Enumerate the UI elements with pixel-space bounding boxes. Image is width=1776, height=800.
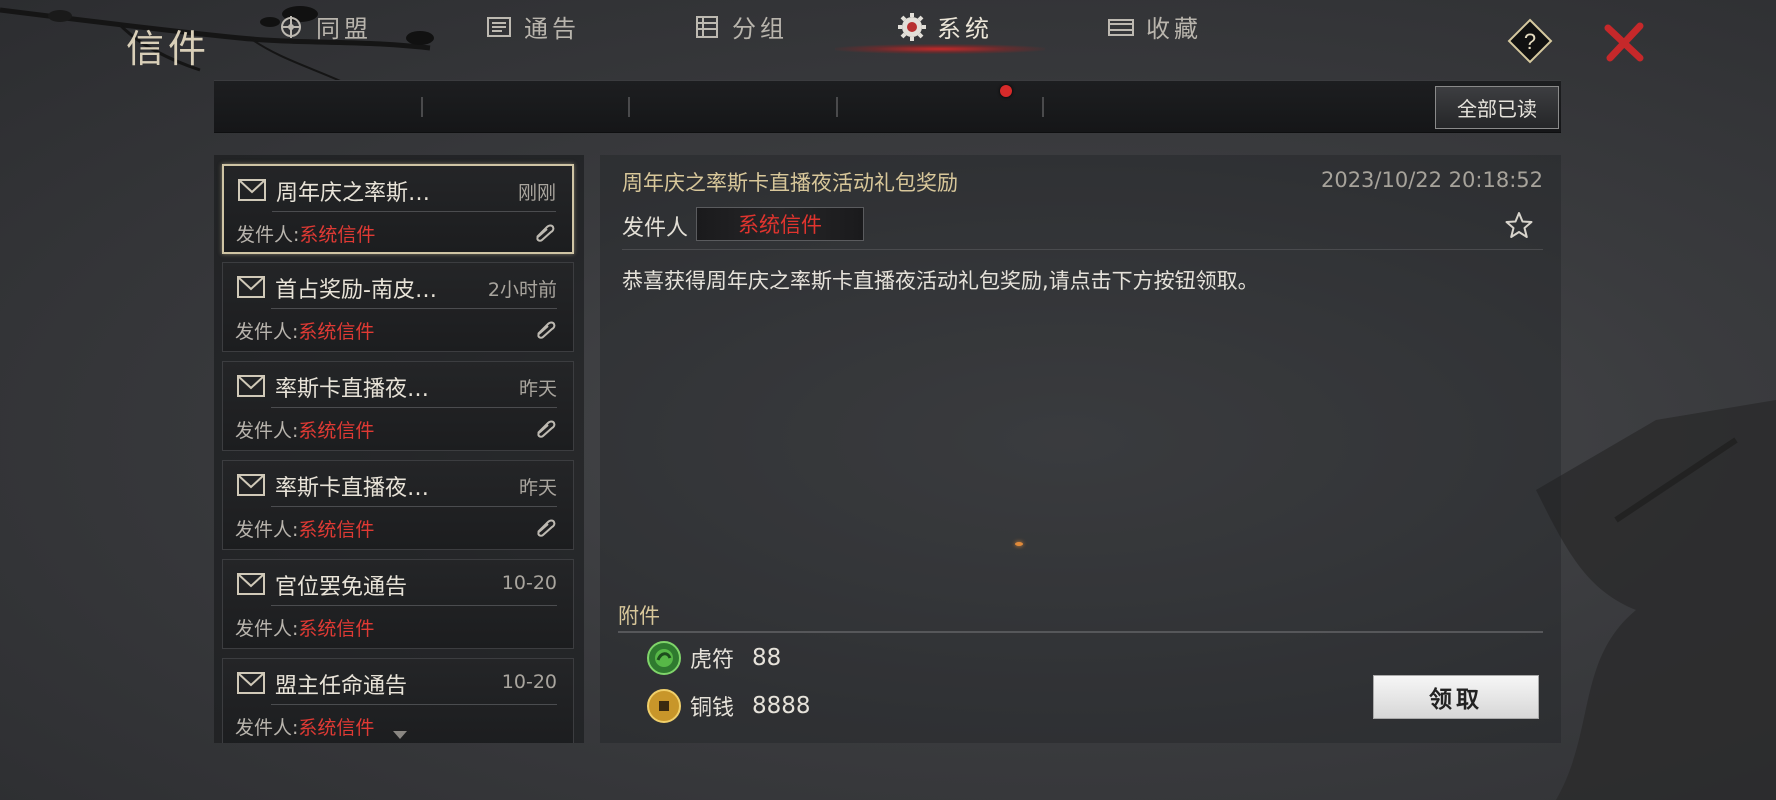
mail-item-divider bbox=[271, 506, 557, 507]
sender-name: 系统信件 bbox=[299, 224, 376, 246]
attachment-item: 虎符 88 bbox=[646, 640, 781, 676]
mail-subject: 首占奖励-南皮… bbox=[275, 278, 437, 303]
mail-subject: 盟主任命通告 bbox=[275, 674, 408, 699]
mail-time: 2小时前 bbox=[487, 279, 557, 301]
tiger-tally-icon bbox=[647, 641, 681, 675]
detail-sender-name: 系统信件 bbox=[696, 207, 864, 241]
attachment-clip-icon bbox=[537, 519, 556, 537]
mail-time: 昨天 bbox=[518, 378, 557, 400]
copper-coin-icon bbox=[647, 689, 681, 723]
envelope-icon bbox=[237, 474, 265, 496]
notice-icon bbox=[487, 16, 511, 37]
tab-divider bbox=[628, 97, 630, 117]
tab-label: 系统 bbox=[937, 15, 993, 43]
sender-label: 发件人: bbox=[235, 519, 299, 541]
attachment-name: 铜钱 bbox=[690, 696, 735, 721]
mail-subject: 周年庆之率斯… bbox=[276, 181, 431, 206]
group-icon bbox=[696, 15, 718, 38]
mail-time: 10-20 bbox=[501, 572, 557, 594]
mail-time: 昨天 bbox=[518, 477, 557, 499]
detail-divider bbox=[622, 249, 1543, 250]
sender-label: 发件人: bbox=[236, 224, 300, 246]
mail-item-divider bbox=[272, 211, 556, 212]
sender-name: 系统信件 bbox=[298, 321, 375, 343]
tab-system[interactable]: 系统 bbox=[897, 0, 993, 53]
system-gear-icon bbox=[898, 12, 926, 41]
mail-sender: 发件人:系统信件 bbox=[236, 220, 375, 247]
svg-text:?: ? bbox=[1524, 29, 1536, 54]
read-all-button[interactable]: 全部已读 bbox=[1435, 86, 1559, 129]
mail-detail: 周年庆之率斯卡直播夜活动礼包奖励 2023/10/22 20:18:52 发件人… bbox=[600, 155, 1561, 743]
sender-label: 发件人: bbox=[235, 420, 299, 442]
sender-name: 系统信件 bbox=[298, 519, 375, 541]
sender-name: 系统信件 bbox=[298, 420, 375, 442]
claim-button[interactable]: 领取 bbox=[1373, 675, 1539, 719]
mail-list-item[interactable]: 官位罢免通告 10-20 发件人:系统信件 bbox=[222, 559, 574, 649]
tab-divider bbox=[1042, 97, 1044, 117]
sender-name: 系统信件 bbox=[298, 717, 375, 739]
mail-sender: 发件人:系统信件 bbox=[235, 713, 374, 740]
mail-item-divider bbox=[271, 704, 557, 705]
mail-list: 周年庆之率斯… 刚刚 发件人:系统信件 首占奖励-南皮… 2小时前 发件人:系统… bbox=[214, 155, 584, 743]
detail-body: 恭喜获得周年庆之率斯卡直播夜活动礼包奖励,请点击下方按钮领取。 bbox=[622, 269, 1259, 293]
envelope-icon bbox=[237, 375, 265, 397]
tab-notice[interactable]: 通告 bbox=[484, 0, 580, 53]
envelope-icon bbox=[237, 573, 265, 595]
mail-item-divider bbox=[271, 407, 557, 408]
attachment-clip-icon bbox=[537, 321, 556, 339]
tab-divider bbox=[836, 97, 838, 117]
envelope-icon bbox=[237, 672, 265, 694]
sender-name: 系统信件 bbox=[298, 618, 375, 640]
sender-label: 发件人: bbox=[235, 321, 299, 343]
mail-time: 10-20 bbox=[501, 671, 557, 693]
tab-label: 同盟 bbox=[316, 15, 372, 43]
favorites-icon bbox=[1108, 18, 1134, 36]
tab-label: 通告 bbox=[524, 15, 580, 43]
attachment-qty: 88 bbox=[752, 645, 782, 671]
detail-sender-label: 发件人 bbox=[622, 216, 689, 241]
close-icon[interactable] bbox=[1602, 20, 1646, 64]
scroll-down-icon[interactable] bbox=[392, 730, 408, 740]
tab-favorites[interactable]: 收藏 bbox=[1106, 0, 1202, 53]
sender-label: 发件人: bbox=[235, 717, 299, 739]
mail-sender: 发件人:系统信件 bbox=[235, 515, 374, 542]
attachment-name: 虎符 bbox=[690, 648, 735, 673]
tab-label: 分组 bbox=[732, 15, 788, 43]
mail-time: 刚刚 bbox=[517, 182, 556, 204]
mail-list-item[interactable]: 周年庆之率斯… 刚刚 发件人:系统信件 bbox=[222, 164, 574, 254]
tab-alliance[interactable]: 同盟 bbox=[276, 0, 372, 53]
envelope-icon bbox=[238, 179, 266, 201]
mail-sender: 发件人:系统信件 bbox=[235, 317, 374, 344]
sender-label: 发件人: bbox=[235, 618, 299, 640]
mail-list-item[interactable]: 率斯卡直播夜… 昨天 发件人:系统信件 bbox=[222, 361, 574, 451]
help-icon[interactable]: ? bbox=[1507, 18, 1553, 64]
attachment-clip-icon bbox=[537, 420, 556, 438]
detail-date: 2023/10/22 20:18:52 bbox=[1320, 168, 1543, 192]
ember-spark-decoration bbox=[1015, 542, 1023, 546]
tab-label: 收藏 bbox=[1146, 15, 1202, 43]
mail-subject: 官位罢免通告 bbox=[275, 575, 408, 600]
mail-sender: 发件人:系统信件 bbox=[235, 614, 374, 641]
mail-subject: 率斯卡直播夜… bbox=[275, 377, 430, 402]
attachment-qty: 8888 bbox=[752, 693, 811, 719]
mail-list-item[interactable]: 首占奖励-南皮… 2小时前 发件人:系统信件 bbox=[222, 262, 574, 352]
mail-sender: 发件人:系统信件 bbox=[235, 416, 374, 443]
alliance-icon bbox=[281, 15, 301, 38]
mail-item-divider bbox=[271, 605, 557, 606]
attachments-divider bbox=[618, 631, 1543, 633]
attachment-clip-icon bbox=[536, 224, 555, 242]
tab-divider bbox=[421, 97, 423, 117]
mail-item-divider bbox=[271, 308, 557, 309]
favorite-star-icon[interactable] bbox=[1505, 211, 1533, 239]
window-title: 信件 bbox=[126, 27, 211, 71]
detail-subject: 周年庆之率斯卡直播夜活动礼包奖励 bbox=[622, 171, 958, 195]
mail-list-item[interactable]: 率斯卡直播夜… 昨天 发件人:系统信件 bbox=[222, 460, 574, 550]
new-mail-badge bbox=[1000, 85, 1012, 97]
envelope-icon bbox=[237, 276, 265, 298]
attachments-title: 附件 bbox=[618, 604, 660, 628]
tab-group[interactable]: 分组 bbox=[692, 0, 788, 53]
mail-subject: 率斯卡直播夜… bbox=[275, 476, 430, 501]
tab-bar bbox=[214, 80, 1561, 133]
attachment-item: 铜钱 8888 bbox=[646, 688, 811, 724]
